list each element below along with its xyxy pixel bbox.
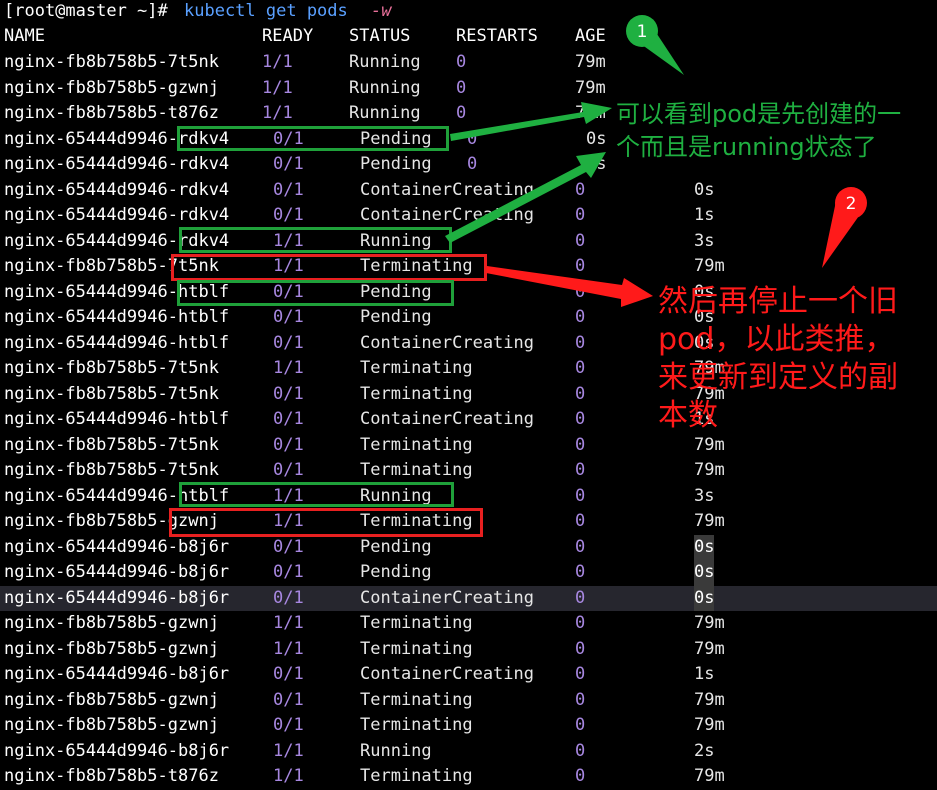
annotation-note-red: 然后再停止一个旧 pod，以此类推， 来更新到定义的副 本数	[658, 284, 898, 433]
callout-number-1: 1	[637, 22, 648, 42]
annotation-note-green: 可以看到pod是先创建的一 个而且是running状态了	[616, 100, 902, 161]
green-arrow-1	[450, 102, 612, 141]
red-arrow	[486, 266, 653, 307]
callout-number-2: 2	[846, 194, 857, 214]
green-arrow-2	[445, 152, 606, 243]
